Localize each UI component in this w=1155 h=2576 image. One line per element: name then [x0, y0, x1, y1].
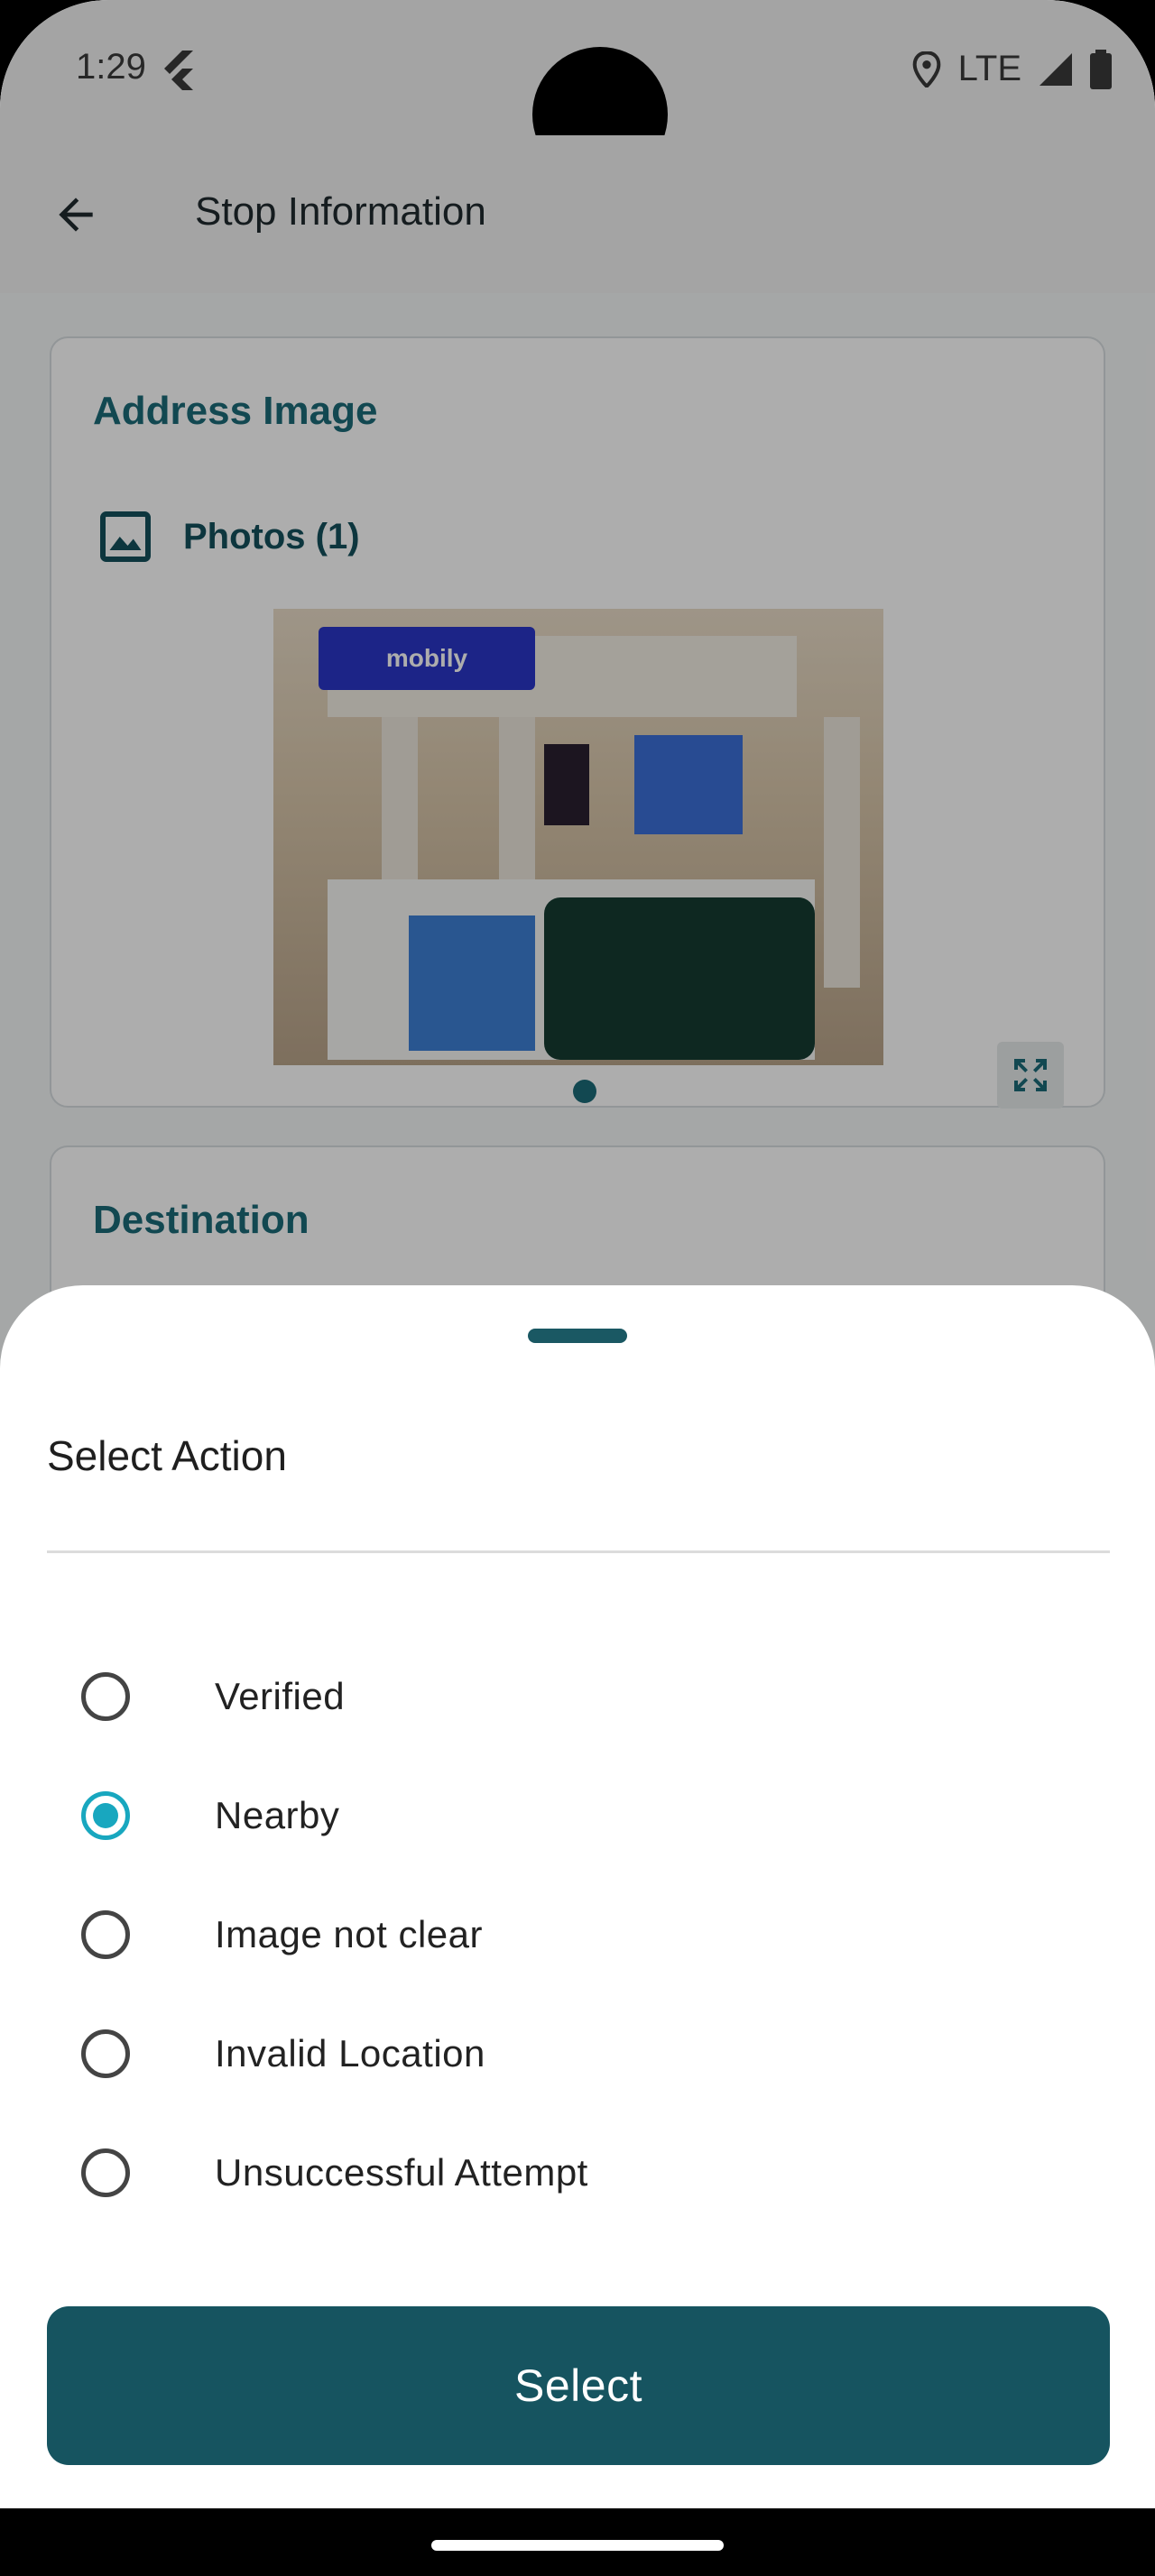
- option-label: Invalid Location: [215, 2032, 485, 2075]
- radio-button[interactable]: [81, 2029, 130, 2078]
- select-button[interactable]: Select: [47, 2306, 1110, 2465]
- option-label: Verified: [215, 1675, 346, 1717]
- option-invalid-location[interactable]: Invalid Location: [0, 1994, 1155, 2113]
- option-label: Unsuccessful Attempt: [215, 2151, 588, 2194]
- home-gesture-handle[interactable]: [431, 2540, 724, 2551]
- option-verified[interactable]: Verified: [0, 1637, 1155, 1756]
- divider: [47, 1550, 1110, 1553]
- radio-button[interactable]: [81, 1672, 130, 1721]
- option-label: Image not clear: [215, 1913, 483, 1955]
- radio-button-selected[interactable]: [81, 1791, 130, 1840]
- option-unsuccessful-attempt[interactable]: Unsuccessful Attempt: [0, 2113, 1155, 2232]
- sheet-title: Select Action: [47, 1432, 287, 1479]
- option-nearby[interactable]: Nearby: [0, 1756, 1155, 1875]
- option-label: Nearby: [215, 1794, 340, 1836]
- radio-button[interactable]: [81, 2148, 130, 2197]
- option-image-not-clear[interactable]: Image not clear: [0, 1875, 1155, 1994]
- drag-handle[interactable]: [528, 1329, 627, 1343]
- select-action-sheet: Select Action Verified Nearby Image not …: [0, 1285, 1155, 2508]
- screen: 1:29 LTE Stop Information Address Image …: [0, 0, 1155, 2576]
- radio-button[interactable]: [81, 1910, 130, 1959]
